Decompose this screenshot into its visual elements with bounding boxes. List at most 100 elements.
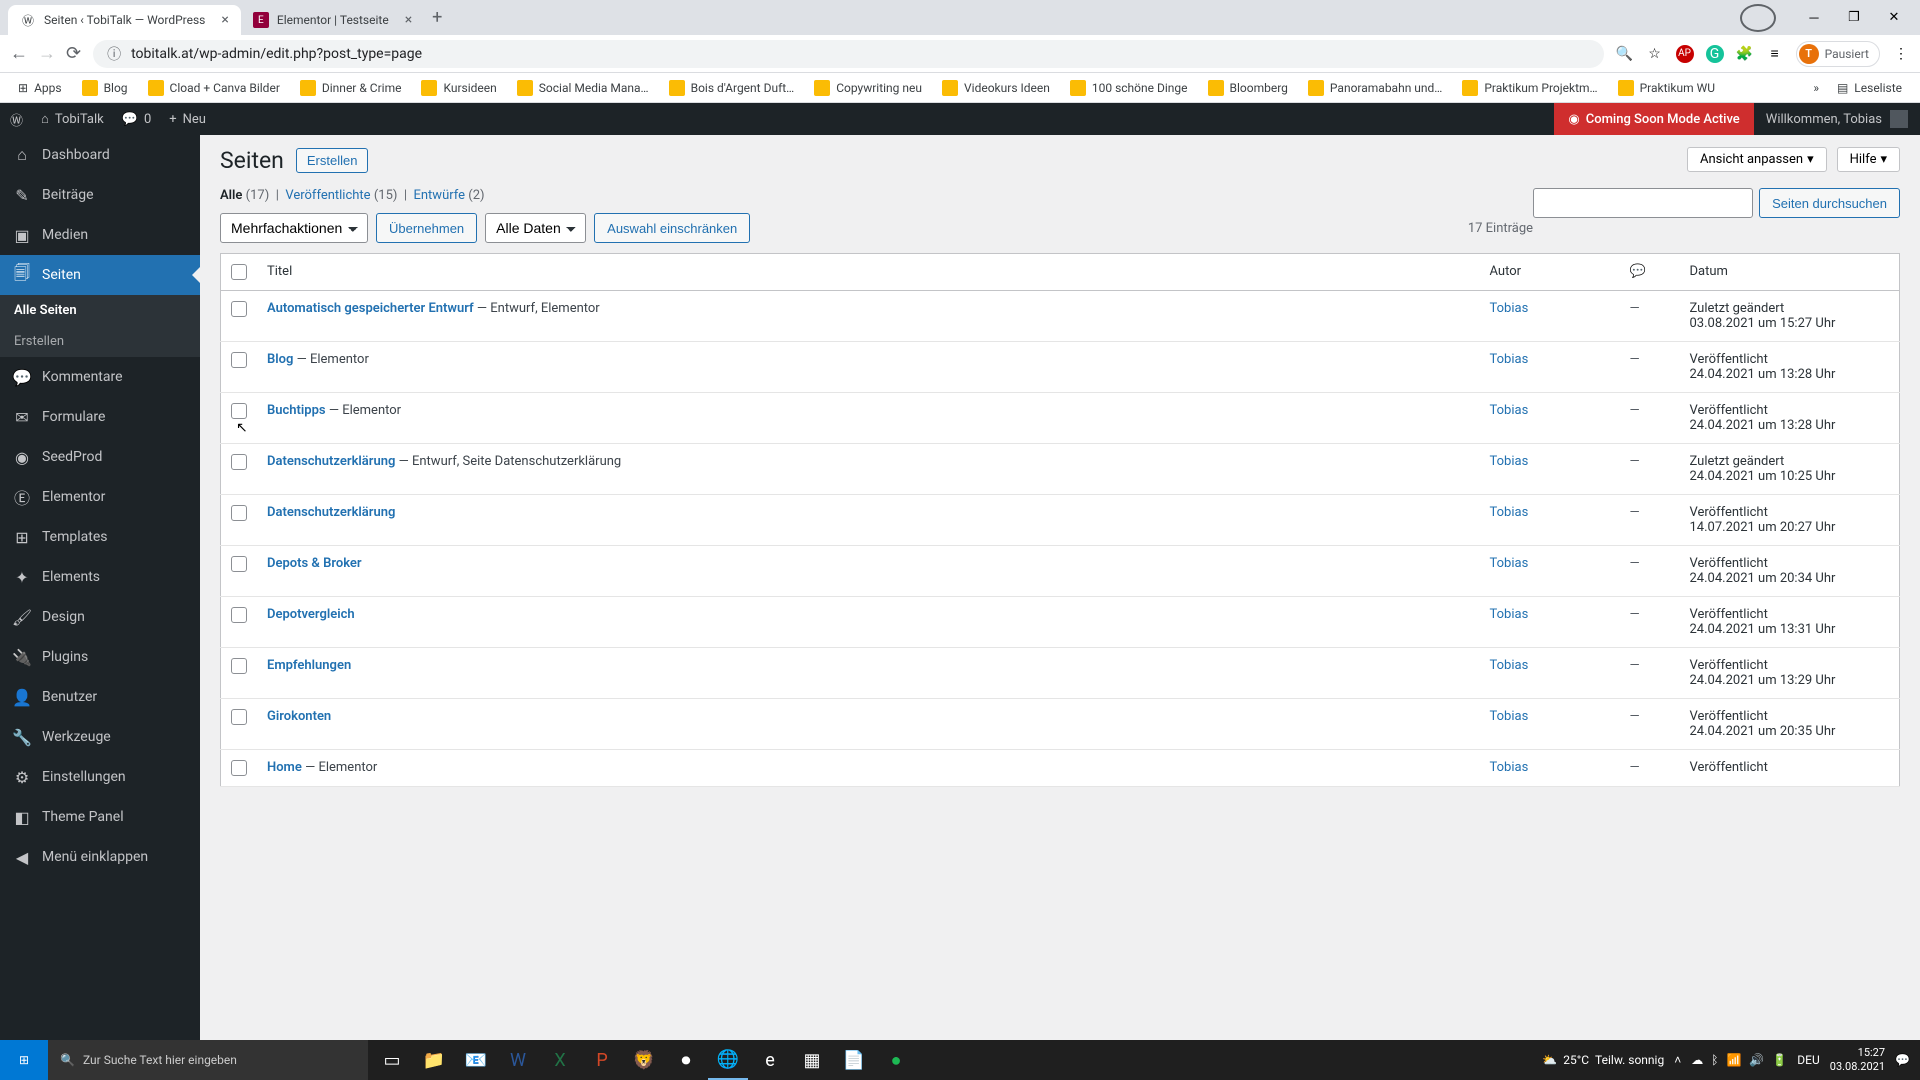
apps-button[interactable]: ⊞ Apps [10, 79, 70, 97]
sidebar-item-formulare[interactable]: ✉Formulare [0, 397, 200, 437]
author-link[interactable]: Tobias [1490, 658, 1529, 673]
add-new-page-button[interactable]: Erstellen [296, 148, 369, 173]
search-input[interactable] [1533, 188, 1753, 218]
new-content-menu[interactable]: +Neu [169, 112, 206, 127]
volume-icon[interactable]: 🔊 [1749, 1053, 1764, 1067]
row-checkbox[interactable] [231, 658, 247, 674]
taskbar-brave-icon[interactable]: 🦁 [624, 1040, 664, 1080]
onedrive-icon[interactable]: ☁ [1691, 1053, 1703, 1067]
page-title-link[interactable]: Datenschutzerklärung [267, 454, 395, 469]
bookmark-item[interactable]: Kursideen [413, 78, 504, 98]
column-comments[interactable]: 💬 [1620, 254, 1680, 291]
search-icon[interactable]: 🔍 [1616, 45, 1634, 63]
sidebar-item-benutzer[interactable]: 👤Benutzer [0, 677, 200, 717]
row-checkbox[interactable] [231, 403, 247, 419]
sidebar-item-theme panel[interactable]: ◧Theme Panel [0, 797, 200, 837]
apply-bulk-button[interactable]: Übernehmen [376, 213, 477, 243]
column-date[interactable]: Datum [1680, 254, 1900, 291]
sidebar-item-medien[interactable]: ▣Medien [0, 215, 200, 255]
taskbar-edge-icon[interactable]: e [750, 1040, 790, 1080]
author-link[interactable]: Tobias [1490, 607, 1529, 622]
taskbar-spotify-icon[interactable]: ● [876, 1040, 916, 1080]
extension-grammarly-icon[interactable]: G [1706, 45, 1724, 63]
comments-menu[interactable]: 💬0 [122, 112, 152, 127]
sidebar-item-templates[interactable]: ⊞Templates [0, 517, 200, 557]
author-link[interactable]: Tobias [1490, 403, 1529, 418]
sidebar-item-seedprod[interactable]: ◉SeedProd [0, 437, 200, 477]
bookmark-item[interactable]: Praktikum Projektm… [1454, 78, 1605, 98]
row-checkbox[interactable] [231, 505, 247, 521]
account-menu[interactable]: Willkommen, Tobias [1754, 110, 1920, 128]
chrome-menu-icon[interactable]: ⋮ [1892, 45, 1910, 63]
extensions-puzzle-icon[interactable]: 🧩 [1736, 45, 1754, 63]
date-filter-select[interactable]: Alle Daten [485, 213, 586, 243]
filter-all[interactable]: Alle (17) [220, 188, 269, 203]
search-button[interactable]: Seiten durchsuchen [1759, 188, 1900, 218]
notifications-icon[interactable]: 💬 [1895, 1053, 1910, 1067]
url-input[interactable]: ⓘ tobitalk.at/wp-admin/edit.php?post_typ… [93, 40, 1603, 68]
sidebar-item-werkzeuge[interactable]: 🔧Werkzeuge [0, 717, 200, 757]
reading-list-icon[interactable]: ≡ [1766, 45, 1784, 63]
page-title-link[interactable]: Automatisch gespeicherter Entwurf [267, 301, 474, 316]
bookmark-item[interactable]: Social Media Mana… [509, 78, 657, 98]
column-title[interactable]: Titel [257, 254, 1480, 291]
bookmark-item[interactable]: Copywriting neu [806, 78, 930, 98]
taskbar-search[interactable]: 🔍 Zur Suche Text hier eingeben [48, 1040, 368, 1080]
author-link[interactable]: Tobias [1490, 760, 1529, 775]
coming-soon-badge[interactable]: ◉ Coming Soon Mode Active [1554, 103, 1753, 135]
bookmark-item[interactable]: Videokurs Ideen [934, 78, 1058, 98]
tray-overflow-icon[interactable]: ˄ [1674, 1053, 1681, 1067]
tab-close-icon[interactable]: × [221, 12, 228, 28]
author-link[interactable]: Tobias [1490, 556, 1529, 571]
select-all-checkbox[interactable] [231, 264, 247, 280]
author-link[interactable]: Tobias [1490, 709, 1529, 724]
sidebar-item-plugins[interactable]: 🔌Plugins [0, 637, 200, 677]
taskbar-obs-icon[interactable]: ⏺ [666, 1040, 706, 1080]
taskbar-outlook-icon[interactable]: 📧 [456, 1040, 496, 1080]
taskbar-powerpoint-icon[interactable]: P [582, 1040, 622, 1080]
sidebar-item-design[interactable]: 🖌Design [0, 597, 200, 637]
start-button[interactable]: ⊞ [0, 1040, 48, 1080]
weather-widget[interactable]: ⛅ 25°C Teilw. sonnig [1542, 1053, 1664, 1067]
taskbar-chrome-icon[interactable]: 🌐 [708, 1040, 748, 1080]
page-title-link[interactable]: Girokonten [267, 709, 331, 724]
bookmark-item[interactable]: Blog [74, 78, 136, 98]
battery-icon[interactable]: 🔋 [1772, 1053, 1787, 1067]
row-checkbox[interactable] [231, 556, 247, 572]
taskbar-word-icon[interactable]: W [498, 1040, 538, 1080]
maximize-window-button[interactable]: ❐ [1836, 4, 1872, 32]
site-info-icon[interactable]: ⓘ [107, 44, 121, 64]
row-checkbox[interactable] [231, 301, 247, 317]
help-button[interactable]: Hilfe ▾ [1837, 147, 1900, 172]
browser-tab[interactable]: E Elementor | Testseite × [241, 5, 424, 35]
page-title-link[interactable]: Blog [267, 352, 293, 367]
row-checkbox[interactable] [231, 760, 247, 776]
sidebar-subitem[interactable]: Alle Seiten [0, 295, 200, 326]
extension-adblock-icon[interactable]: AP [1676, 45, 1694, 63]
tab-close-icon[interactable]: × [405, 12, 412, 28]
page-title-link[interactable]: Home [267, 760, 302, 775]
language-indicator[interactable]: DEU [1797, 1053, 1819, 1067]
taskbar-clock[interactable]: 15:27 03.08.2021 [1830, 1046, 1885, 1074]
sidebar-item-dashboard[interactable]: ⌂Dashboard [0, 135, 200, 175]
bookmarks-overflow-icon[interactable]: » [1813, 81, 1819, 95]
sidebar-item-elementor[interactable]: ⒺElementor [0, 477, 200, 517]
author-link[interactable]: Tobias [1490, 505, 1529, 520]
taskbar-notepad-icon[interactable]: 📄 [834, 1040, 874, 1080]
filter-button[interactable]: Auswahl einschränken [594, 213, 750, 243]
row-checkbox[interactable] [231, 352, 247, 368]
page-title-link[interactable]: Depots & Broker [267, 556, 362, 571]
author-link[interactable]: Tobias [1490, 301, 1529, 316]
bluetooth-icon[interactable]: ᛒ [1711, 1053, 1718, 1067]
sidebar-subitem[interactable]: Erstellen [0, 326, 200, 357]
browser-tab-active[interactable]: Ⓦ Seiten ‹ TobiTalk — WordPress × [8, 5, 241, 35]
reload-button[interactable]: ⟳ [66, 43, 81, 64]
sidebar-item-einstellungen[interactable]: ⚙Einstellungen [0, 757, 200, 797]
page-title-link[interactable]: Empfehlungen [267, 658, 351, 673]
close-window-button[interactable]: ✕ [1876, 4, 1912, 32]
bookmark-item[interactable]: 100 schöne Dinge [1062, 78, 1196, 98]
back-button[interactable]: ← [10, 43, 28, 64]
column-author[interactable]: Autor [1480, 254, 1620, 291]
bookmark-item[interactable]: Praktikum WU [1610, 78, 1723, 98]
bookmark-item[interactable]: Bois d'Argent Duft… [661, 78, 803, 98]
